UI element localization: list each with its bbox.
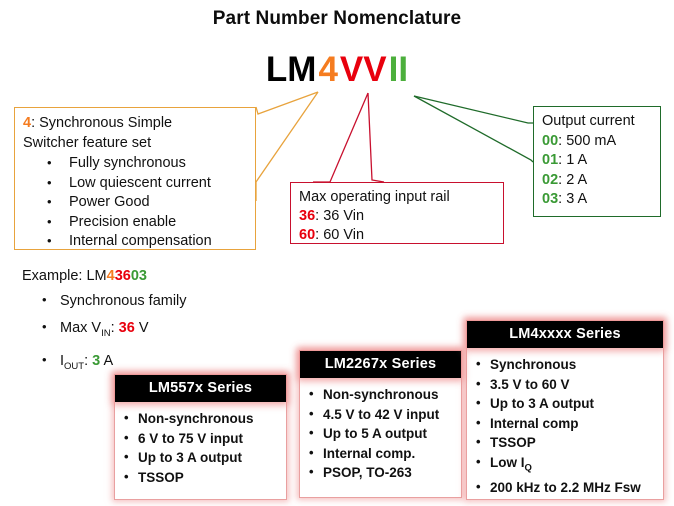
series-body: Non-synchronous 6 V to 75 V input Up to … bbox=[115, 402, 286, 491]
example-current-code: 03 bbox=[130, 268, 147, 284]
example-list: Synchronous family Max VIN: 36 V IOUT: 3… bbox=[22, 290, 322, 377]
series-card-lm2267x: LM2267x Series Non-synchronous 4.5 V to … bbox=[299, 350, 462, 498]
feature-lead-text-1: : Synchronous Simple bbox=[31, 115, 173, 131]
iq-subscript: Q bbox=[524, 462, 532, 474]
current-value: : 2 A bbox=[558, 171, 588, 188]
list-item: Internal compensation bbox=[47, 231, 249, 252]
current-value: : 3 A bbox=[558, 191, 588, 207]
rail-key: 60 bbox=[299, 227, 316, 243]
rail-value: : 36 Vin bbox=[315, 208, 365, 224]
current-key: 02 bbox=[542, 171, 559, 188]
example-part-number: Example: LM43603 bbox=[22, 266, 322, 286]
list-item: 200 kHz to 2.2 MHz Fsw bbox=[476, 477, 659, 498]
callout-input-rail: Max operating input rail 36: 36 Vin 60: … bbox=[290, 182, 504, 244]
part-number-prefix: LM bbox=[265, 50, 317, 89]
list-item: 3.5 V to 60 V bbox=[476, 374, 659, 395]
series-body: Synchronous 3.5 V to 60 V Up to 3 A outp… bbox=[467, 348, 663, 501]
list-item: Up to 3 A output bbox=[124, 447, 282, 468]
example-family-digit: 4 bbox=[106, 268, 115, 284]
part-number-family-digit: 4 bbox=[318, 50, 338, 89]
vin-unit: V bbox=[134, 320, 149, 336]
list-item: Up to 3 A output bbox=[476, 393, 659, 414]
feature-lead-line-1: 4: Synchronous Simple bbox=[23, 114, 249, 133]
list-item: Synchronous family bbox=[42, 290, 322, 311]
rail-value: : 60 Vin bbox=[315, 227, 365, 243]
feature-key: 4 bbox=[23, 115, 32, 131]
list-item: IOUT: 3 A bbox=[42, 350, 322, 377]
feature-list: Fully synchronous Low quiescent current … bbox=[23, 153, 249, 252]
leader-line-green-upper bbox=[413, 95, 533, 124]
leader-line-red-right bbox=[367, 92, 385, 183]
list-item: Power Good bbox=[47, 192, 249, 213]
list-item: Max VIN: 36 V bbox=[42, 317, 322, 344]
current-row: 01: 1 A bbox=[542, 151, 654, 171]
list-item: Low quiescent current bbox=[47, 173, 249, 194]
feature-lead-line-2: Switcher feature set bbox=[23, 135, 152, 151]
iout-subscript: OUT bbox=[64, 360, 85, 372]
list-item: 4.5 V to 42 V input bbox=[309, 404, 457, 425]
callout-output-current: Output current 00: 500 mA 01: 1 A 02: 2 … bbox=[533, 106, 661, 217]
rail-key: 36 bbox=[299, 208, 316, 224]
page-title: Part Number Nomenclature bbox=[212, 8, 462, 29]
example-block: Example: LM43603 Synchronous family Max … bbox=[22, 266, 322, 384]
example-label: Example: LM bbox=[22, 268, 107, 284]
current-value: : 500 mA bbox=[558, 132, 617, 149]
list-item: 6 V to 75 V input bbox=[124, 428, 282, 449]
iout-separator: : bbox=[84, 352, 93, 369]
list-item: Low IQ bbox=[476, 451, 659, 478]
current-value: : 1 A bbox=[558, 152, 588, 168]
series-title: LM2267x Series bbox=[300, 351, 461, 378]
part-number-current-code: II bbox=[388, 50, 409, 89]
rail-row: 60: 60 Vin bbox=[299, 226, 497, 245]
leader-line-green-lower bbox=[413, 95, 534, 163]
current-key: 00 bbox=[542, 132, 559, 149]
list-item: TSSOP bbox=[476, 432, 659, 453]
vin-subscript: IN bbox=[101, 327, 111, 339]
list-item: Non-synchronous bbox=[124, 408, 282, 429]
series-card-lm557x: LM557x Series Non-synchronous 6 V to 75 … bbox=[114, 374, 287, 500]
list-item: TSSOP bbox=[124, 467, 282, 488]
rail-row: 36: 36 Vin bbox=[299, 207, 497, 226]
slide-canvas: Part Number Nomenclature LM4VVII 4: Sync… bbox=[0, 0, 674, 506]
series-title: LM4xxxx Series bbox=[467, 321, 663, 348]
iout-unit: A bbox=[100, 352, 114, 369]
vin-label: Max V bbox=[60, 320, 102, 336]
leader-line-red-left bbox=[313, 92, 369, 183]
callout-feature-set: 4: Synchronous Simple Switcher feature s… bbox=[14, 107, 256, 250]
current-key: 01 bbox=[542, 152, 559, 168]
vin-value: 36 bbox=[118, 320, 135, 336]
list-item: Fully synchronous bbox=[47, 153, 249, 174]
low-iq-text: Low I bbox=[490, 454, 525, 470]
series-list: Synchronous 3.5 V to 60 V Up to 3 A outp… bbox=[476, 354, 659, 498]
vin-separator: : bbox=[110, 320, 119, 336]
leader-line-orange-upper bbox=[255, 91, 319, 115]
list-item: Precision enable bbox=[47, 212, 249, 233]
list-item: Up to 5 A output bbox=[309, 423, 457, 444]
list-item: PSOP, TO-263 bbox=[309, 462, 457, 483]
series-title: LM557x Series bbox=[115, 375, 286, 402]
part-number-voltage-code: VV bbox=[339, 50, 387, 89]
part-number-display: LM4VVII bbox=[0, 50, 674, 90]
current-row: 00: 500 mA bbox=[542, 132, 654, 152]
example-voltage-code: 36 bbox=[114, 268, 131, 284]
current-row: 02: 2 A bbox=[542, 171, 654, 191]
current-key: 03 bbox=[542, 191, 559, 207]
series-list: Non-synchronous 4.5 V to 42 V input Up t… bbox=[309, 384, 457, 483]
rail-heading: Max operating input rail bbox=[299, 189, 450, 205]
series-card-lm4xxxx: LM4xxxx Series Synchronous 3.5 V to 60 V… bbox=[466, 320, 664, 500]
list-item: Internal comp. bbox=[309, 443, 457, 464]
list-item: Internal comp bbox=[476, 413, 659, 434]
current-row: 03: 3 A bbox=[542, 190, 654, 210]
series-body: Non-synchronous 4.5 V to 42 V input Up t… bbox=[300, 378, 461, 487]
series-list: Non-synchronous 6 V to 75 V input Up to … bbox=[124, 408, 282, 488]
current-heading: Output current bbox=[542, 113, 635, 129]
list-item: Synchronous bbox=[476, 354, 659, 375]
list-item: Non-synchronous bbox=[309, 384, 457, 405]
